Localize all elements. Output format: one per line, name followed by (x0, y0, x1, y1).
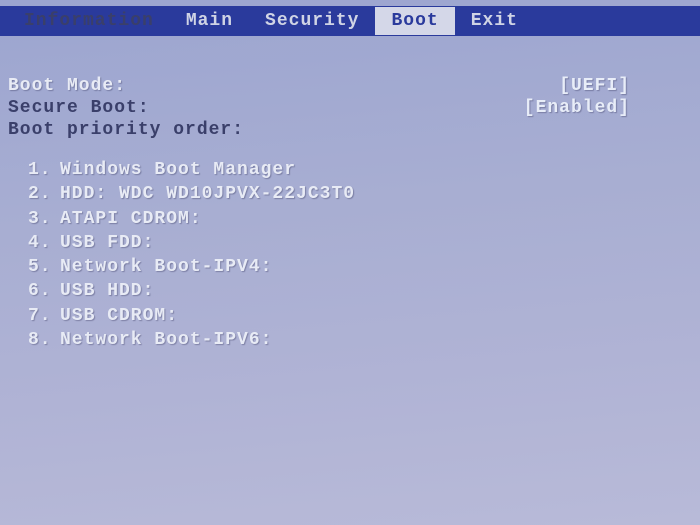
secure-boot-value: [Enabled] (524, 98, 630, 118)
bios-content: Boot Mode: [UEFI] Secure Boot: [Enabled]… (0, 36, 700, 372)
boot-text: USB CDROM: (60, 306, 178, 326)
boot-num: 1. (28, 158, 60, 182)
tab-security[interactable]: Security (249, 7, 375, 35)
tab-boot[interactable]: Boot (375, 7, 454, 35)
boot-text: Windows Boot Manager (60, 160, 296, 180)
boot-num: 7. (28, 304, 60, 328)
boot-text: Network Boot-IPV4: (60, 257, 272, 277)
tab-main[interactable]: Main (170, 7, 249, 35)
boot-text: USB HDD: (60, 281, 154, 301)
boot-num: 5. (28, 255, 60, 279)
boot-num: 6. (28, 279, 60, 303)
boot-item-2[interactable]: 2.HDD: WDC WD10JPVX-22JC3T0 (28, 182, 680, 206)
boot-text: Network Boot-IPV6: (60, 330, 272, 350)
secure-boot-label: Secure Boot: (8, 98, 150, 118)
boot-priority-label: Boot priority order: (8, 120, 680, 140)
boot-num: 8. (28, 328, 60, 352)
tab-information[interactable]: Information (8, 7, 170, 35)
tab-exit[interactable]: Exit (455, 7, 534, 35)
setting-boot-mode[interactable]: Boot Mode: [UEFI] (8, 76, 680, 96)
boot-order-list: 1.Windows Boot Manager 2.HDD: WDC WD10JP… (8, 158, 680, 352)
boot-mode-value: [UEFI] (559, 76, 630, 96)
boot-text: USB FDD: (60, 233, 154, 253)
boot-item-7[interactable]: 7.USB CDROM: (28, 304, 680, 328)
boot-num: 4. (28, 231, 60, 255)
setting-secure-boot[interactable]: Secure Boot: [Enabled] (8, 98, 680, 118)
boot-text: HDD: WDC WD10JPVX-22JC3T0 (60, 184, 355, 204)
bios-menubar: Information Main Security Boot Exit (0, 6, 700, 36)
boot-num: 3. (28, 207, 60, 231)
boot-item-3[interactable]: 3.ATAPI CDROM: (28, 207, 680, 231)
boot-item-1[interactable]: 1.Windows Boot Manager (28, 158, 680, 182)
boot-item-5[interactable]: 5.Network Boot-IPV4: (28, 255, 680, 279)
boot-mode-label: Boot Mode: (8, 76, 126, 96)
boot-text: ATAPI CDROM: (60, 209, 202, 229)
boot-item-8[interactable]: 8.Network Boot-IPV6: (28, 328, 680, 352)
boot-item-6[interactable]: 6.USB HDD: (28, 279, 680, 303)
boot-num: 2. (28, 182, 60, 206)
bios-screen: Information Main Security Boot Exit Boot… (0, 0, 700, 525)
boot-item-4[interactable]: 4.USB FDD: (28, 231, 680, 255)
